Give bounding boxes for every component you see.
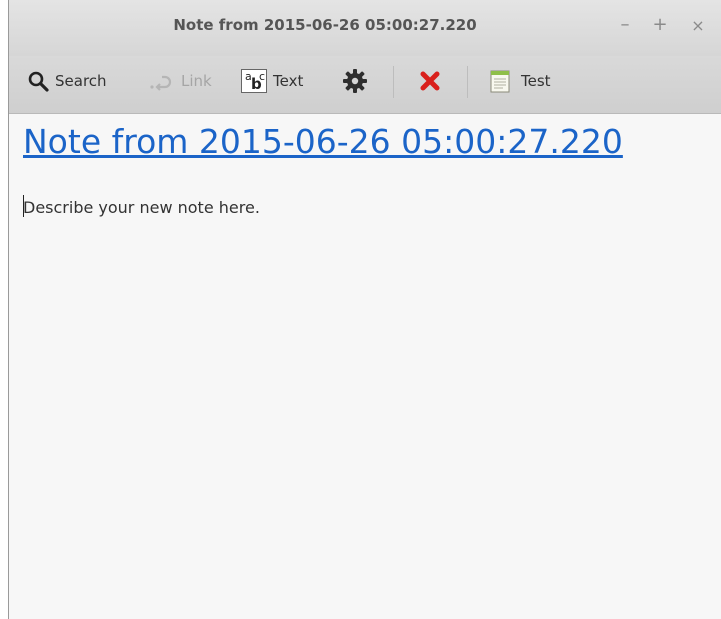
close-window-button[interactable]: × [687, 16, 709, 35]
note-title[interactable]: Note from 2015-06-26 05:00:27.220 [23, 122, 623, 161]
search-label: Search [55, 72, 107, 90]
toolbar-separator [467, 66, 468, 98]
title-bar[interactable]: Note from 2015-06-26 05:00:27.220 – + × [9, 0, 721, 56]
text-style-button[interactable]: a b c Text [241, 56, 303, 106]
search-button[interactable]: Search [27, 56, 107, 106]
text-label: Text [273, 72, 304, 90]
search-icon [28, 71, 49, 92]
link-icon [150, 75, 172, 91]
note-window: Note from 2015-06-26 05:00:27.220 – + × … [8, 0, 721, 619]
toolbar: Search Link a b c Text Test [9, 56, 721, 114]
delete-note-button[interactable] [419, 56, 441, 106]
delete-icon [420, 71, 440, 91]
minimize-button[interactable]: – [614, 14, 636, 35]
gear-icon [343, 69, 367, 93]
link-button[interactable]: Link [149, 56, 212, 106]
notebook-icon [490, 70, 510, 93]
notebook-button[interactable]: Test [489, 56, 551, 106]
text-format-icon: a b c [241, 69, 267, 93]
maximize-button[interactable]: + [649, 14, 671, 35]
notebook-label: Test [521, 72, 551, 90]
note-body-text[interactable]: Describe your new note here. [23, 198, 260, 217]
link-label: Link [181, 72, 212, 90]
toolbar-separator [393, 66, 394, 98]
note-editor[interactable]: Note from 2015-06-26 05:00:27.220 Descri… [9, 114, 721, 619]
settings-button[interactable] [342, 56, 368, 106]
